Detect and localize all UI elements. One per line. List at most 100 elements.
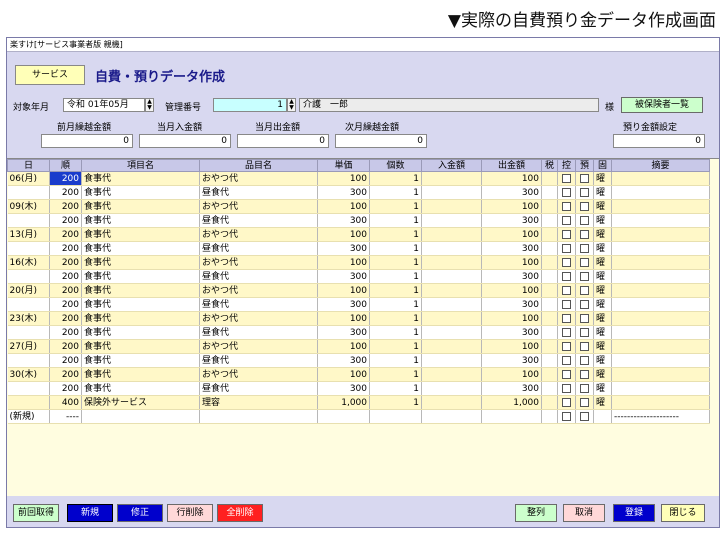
cell-out[interactable]: 100 [481,311,542,326]
table-row[interactable]: 200 食事代 昼食代 300 1 300 曜 [7,353,710,368]
target-month-field[interactable]: 令和 01年05月 [63,98,145,112]
cell-tax[interactable] [541,409,558,424]
cell-out[interactable]: 300 [481,381,542,396]
cell-in[interactable] [421,395,482,410]
cell-qty[interactable]: 1 [369,269,422,284]
cell-tax[interactable] [541,213,558,228]
cell-product[interactable]: 昼食代 [199,213,318,228]
cell-in[interactable] [421,353,482,368]
close-button[interactable]: 閉じる [661,504,705,522]
cell-day[interactable]: 16(木) [7,255,50,270]
deposit-checkbox[interactable] [580,229,589,239]
cell-tax[interactable] [541,255,558,270]
cell-memo[interactable] [611,395,710,410]
cell-memo[interactable] [611,367,710,382]
cell-product[interactable]: 理容 [199,395,318,410]
cell-code[interactable]: 200 [49,185,82,200]
cell-fixed[interactable]: 曜 [593,199,612,214]
cell-day[interactable]: 23(木) [7,311,50,326]
deduct-checkbox[interactable] [562,201,571,211]
cell-price[interactable] [317,409,370,424]
cell-out[interactable]: 300 [481,325,542,340]
cell-tax[interactable] [541,185,558,200]
cell-in[interactable] [421,241,482,256]
cell-in[interactable] [421,409,482,424]
cell-in[interactable] [421,381,482,396]
cell-product[interactable]: 昼食代 [199,269,318,284]
cell-day[interactable]: 20(月) [7,283,50,298]
cell-qty[interactable]: 1 [369,185,422,200]
cell-item[interactable]: 食事代 [81,255,200,270]
management-no-spinner[interactable]: ▲ ▼ [287,98,296,112]
cell-qty[interactable]: 1 [369,255,422,270]
cell-qty[interactable]: 1 [369,367,422,382]
cell-item[interactable]: 食事代 [81,213,200,228]
cell-code[interactable]: 200 [49,241,82,256]
cell-qty[interactable]: 1 [369,311,422,326]
cell-qty[interactable]: 1 [369,227,422,242]
cell-fixed[interactable]: 曜 [593,297,612,312]
cell-fixed[interactable]: 曜 [593,381,612,396]
cell-day[interactable] [7,353,50,368]
cell-qty[interactable]: 1 [369,395,422,410]
cell-code[interactable]: 400 [49,395,82,410]
cell-code[interactable]: 200 [49,227,82,242]
deduct-checkbox[interactable] [562,355,571,365]
cell-product[interactable]: おやつ代 [199,171,318,186]
cell-day[interactable] [7,185,50,200]
cell-in[interactable] [421,227,482,242]
cell-price[interactable]: 300 [317,381,370,396]
cell-code[interactable]: 200 [49,325,82,340]
cell-tax[interactable] [541,325,558,340]
cell-item[interactable] [81,409,200,424]
cancel-button[interactable]: 取消 [563,504,605,522]
cell-code[interactable]: 200 [49,353,82,368]
cell-tax[interactable] [541,395,558,410]
cell-out[interactable]: 100 [481,255,542,270]
cell-tax[interactable] [541,269,558,284]
deposit-checkbox[interactable] [580,327,589,337]
cell-out[interactable]: 100 [481,339,542,354]
cell-product[interactable]: おやつ代 [199,283,318,298]
cell-price[interactable]: 300 [317,269,370,284]
cell-out[interactable]: 300 [481,213,542,228]
cell-fixed[interactable]: 曜 [593,227,612,242]
cell-item[interactable]: 食事代 [81,185,200,200]
table-row[interactable]: 200 食事代 昼食代 300 1 300 曜 [7,297,710,312]
cell-tax[interactable] [541,381,558,396]
cell-tax[interactable] [541,199,558,214]
deduct-checkbox[interactable] [562,411,571,421]
cell-product[interactable]: おやつ代 [199,311,318,326]
cell-tax[interactable] [541,283,558,298]
deduct-checkbox[interactable] [562,313,571,323]
cell-out[interactable]: 300 [481,241,542,256]
deposit-checkbox[interactable] [580,341,589,351]
sort-button[interactable]: 整列 [515,504,557,522]
cell-memo[interactable] [611,255,710,270]
deduct-checkbox[interactable] [562,369,571,379]
cell-memo[interactable] [611,353,710,368]
table-row[interactable]: 30(木) 200 食事代 おやつ代 100 1 100 曜 [7,367,710,382]
cell-day[interactable] [7,381,50,396]
cell-item[interactable]: 食事代 [81,367,200,382]
cell-fixed[interactable]: 曜 [593,395,612,410]
cell-in[interactable] [421,199,482,214]
cell-qty[interactable]: 1 [369,353,422,368]
cell-in[interactable] [421,325,482,340]
cell-tax[interactable] [541,339,558,354]
cell-product[interactable]: 昼食代 [199,297,318,312]
cell-qty[interactable] [369,409,422,424]
service-button[interactable]: サービス [15,65,85,85]
new-entry-row[interactable]: (新規) ---- -------------------- [7,409,710,424]
table-row[interactable]: 16(木) 200 食事代 おやつ代 100 1 100 曜 [7,255,710,270]
cell-qty[interactable]: 1 [369,213,422,228]
cell-product[interactable]: おやつ代 [199,367,318,382]
table-row[interactable]: 400 保険外サービス 理容 1,000 1 1,000 曜 [7,395,710,410]
deposit-setting-field[interactable]: 0 [613,134,705,148]
cell-item[interactable]: 食事代 [81,311,200,326]
deduct-checkbox[interactable] [562,341,571,351]
cell-in[interactable] [421,339,482,354]
cell-out[interactable]: 1,000 [481,395,542,410]
cell-out[interactable]: 100 [481,227,542,242]
cell-price[interactable]: 100 [317,339,370,354]
